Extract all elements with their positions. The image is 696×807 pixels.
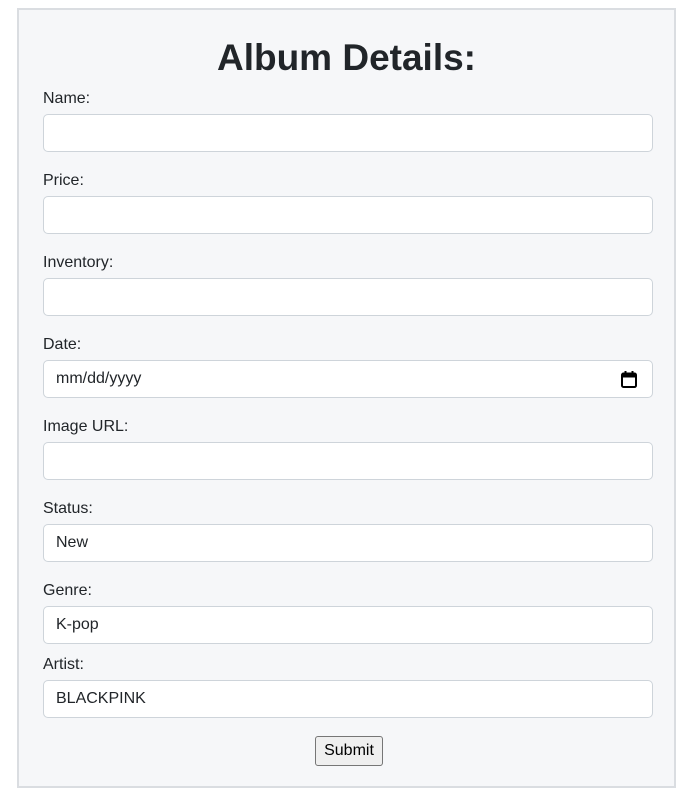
- image-url-input[interactable]: [43, 442, 653, 480]
- genre-label: Genre:: [43, 582, 92, 599]
- price-label: Price:: [43, 172, 84, 189]
- status-label: Status:: [43, 500, 93, 517]
- status-input[interactable]: New: [43, 524, 653, 562]
- inventory-label: Inventory:: [43, 254, 114, 271]
- artist-input[interactable]: BLACKPINK: [43, 680, 653, 718]
- name-input[interactable]: [43, 114, 653, 152]
- name-label: Name:: [43, 90, 91, 107]
- album-form: Album Details: Name: Price: Inventory: D…: [17, 8, 676, 788]
- date-label: Date:: [43, 336, 82, 353]
- form-title: Album Details:: [216, 37, 477, 78]
- date-placeholder: mm/dd/yyyy: [56, 370, 142, 387]
- calendar-icon[interactable]: [621, 371, 637, 388]
- price-input[interactable]: [43, 196, 653, 234]
- inventory-input[interactable]: [43, 278, 653, 316]
- date-input[interactable]: mm/dd/yyyy: [43, 360, 653, 398]
- artist-label: Artist:: [43, 656, 84, 673]
- genre-input[interactable]: K-pop: [43, 606, 653, 644]
- image-url-label: Image URL:: [43, 418, 129, 435]
- submit-button[interactable]: Submit: [315, 736, 383, 766]
